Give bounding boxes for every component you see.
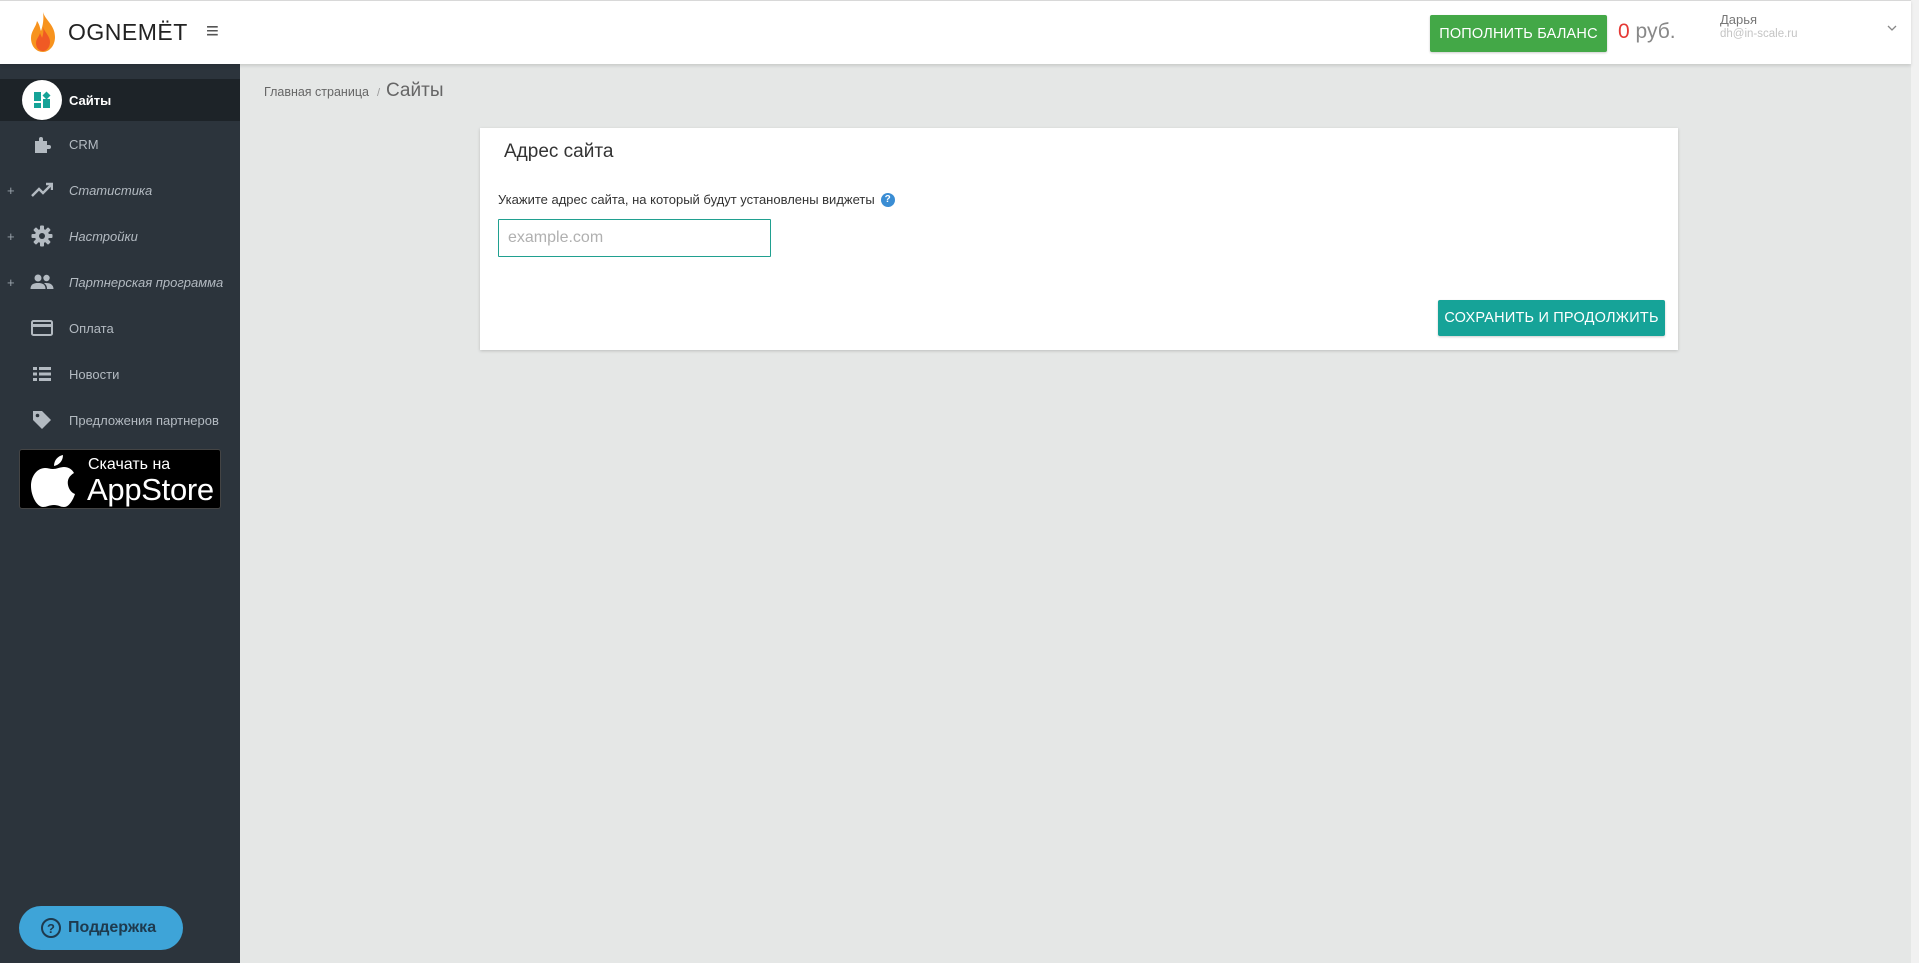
sidebar-item-label: CRM bbox=[69, 136, 99, 152]
sidebar-item-label: Статистика bbox=[69, 182, 153, 198]
flame-icon bbox=[31, 12, 55, 52]
list-icon bbox=[30, 362, 54, 386]
topup-balance-button[interactable]: ПОПОЛНИТЬ БАЛАНС bbox=[1430, 15, 1607, 52]
page-title: Сайты bbox=[386, 80, 444, 101]
sidebar-item-partner-program[interactable]: + Партнерская программа bbox=[0, 261, 240, 303]
tag-icon bbox=[30, 408, 54, 432]
card-title: Адрес сайта bbox=[504, 141, 614, 162]
appstore-big-text: AppStore bbox=[87, 472, 214, 507]
site-address-card: Адрес сайта Укажите адрес сайта, на кото… bbox=[480, 128, 1678, 350]
sidebar-item-label: Настройки bbox=[69, 228, 138, 244]
credit-card-icon bbox=[30, 316, 54, 340]
people-icon bbox=[30, 270, 54, 294]
apple-icon bbox=[31, 455, 75, 507]
logo[interactable]: OGNEMËT bbox=[28, 11, 188, 53]
appstore-badge[interactable]: Скачать на AppStore bbox=[19, 449, 221, 509]
expand-plus-icon[interactable]: + bbox=[7, 275, 15, 290]
sidebar-item-label: Сайты bbox=[69, 92, 112, 108]
support-button[interactable]: ? Поддержка bbox=[19, 906, 183, 950]
breadcrumb-separator: / bbox=[376, 87, 380, 99]
site-address-label-text: Укажите адрес сайта, на который будут ус… bbox=[498, 192, 875, 207]
sidebar-item-label: Партнерская программа bbox=[69, 274, 224, 290]
balance-amount: 0 bbox=[1618, 20, 1630, 43]
support-label: Поддержка bbox=[68, 919, 157, 936]
page-scrollbar[interactable] bbox=[1911, 0, 1919, 963]
sidebar-item-label: Новости bbox=[69, 366, 120, 382]
site-address-label: Укажите адрес сайта, на который будут ус… bbox=[498, 192, 895, 207]
sidebar-item-payment[interactable]: Оплата bbox=[0, 307, 240, 349]
sidebar-item-settings[interactable]: + Настройки bbox=[0, 215, 240, 257]
sidebar-item-statistics[interactable]: + Статистика bbox=[0, 169, 240, 211]
expand-plus-icon[interactable]: + bbox=[7, 183, 15, 198]
sidebar-item-label: Предложения партнеров bbox=[69, 412, 219, 428]
sidebar-item-partner-offers[interactable]: Предложения партнеров bbox=[0, 399, 240, 441]
breadcrumb-home-link[interactable]: Главная страница bbox=[264, 85, 369, 99]
save-and-continue-button[interactable]: СОХРАНИТЬ И ПРОДОЛЖИТЬ bbox=[1438, 300, 1665, 336]
balance-currency: руб. bbox=[1629, 20, 1676, 43]
trending-up-icon bbox=[30, 178, 54, 202]
chevron-down-icon[interactable] bbox=[1886, 23, 1898, 33]
expand-plus-icon[interactable]: + bbox=[7, 229, 15, 244]
site-address-input[interactable] bbox=[498, 219, 771, 257]
sidebar-item-crm[interactable]: CRM bbox=[0, 123, 240, 165]
user-menu[interactable]: Дарья dh@in-scale.ru bbox=[1720, 13, 1900, 42]
puzzle-icon bbox=[30, 132, 54, 156]
sidebar-item-sites[interactable]: Сайты bbox=[0, 79, 240, 121]
top-header: OGNEMËT ≡ ПОПОЛНИТЬ БАЛАНС 0 руб. Дарья … bbox=[0, 0, 1911, 64]
sidebar-item-label: Оплата bbox=[69, 320, 114, 336]
dashboard-icon bbox=[22, 80, 62, 120]
breadcrumb: Главная страница / Сайты bbox=[264, 80, 443, 102]
sidebar: Сайты CRM + Статистика + Настройки + Пар… bbox=[0, 64, 240, 963]
balance-display: 0 руб. bbox=[1618, 20, 1676, 44]
hamburger-menu-icon[interactable]: ≡ bbox=[206, 19, 224, 43]
sidebar-item-news[interactable]: Новости bbox=[0, 353, 240, 395]
gear-icon bbox=[30, 224, 54, 248]
logo-text: OGNEMËT bbox=[68, 18, 188, 45]
help-icon[interactable]: ? bbox=[880, 192, 895, 207]
user-email: dh@in-scale.ru bbox=[1720, 28, 1798, 40]
question-circle-icon: ? bbox=[41, 918, 61, 938]
user-name: Дарья bbox=[1720, 12, 1758, 27]
